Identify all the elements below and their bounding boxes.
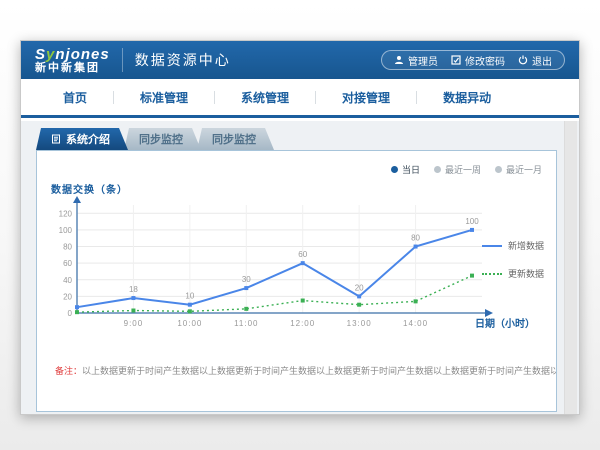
radio-label: 最近一周 [445, 163, 481, 176]
logo-text: njones [55, 46, 109, 63]
svg-text:14:00: 14:00 [403, 319, 428, 328]
app-window: Synjones 新中新集团 数据资源中心 管理员 修改密码 退出 首页 标准管… [20, 40, 580, 415]
nav-item-system-mgmt[interactable]: 系统管理 [215, 89, 315, 106]
svg-text:10:00: 10:00 [177, 319, 202, 328]
logo-text: S [35, 46, 46, 63]
scrollbar-track[interactable] [564, 121, 577, 414]
footnote-text: 以上数据更新于时间产生数据以上数据更新于时间产生数据以上数据更新于时间产生数据以… [82, 366, 556, 376]
user-icon [394, 55, 404, 65]
svg-text:9:00: 9:00 [124, 319, 144, 328]
header-divider [122, 48, 123, 72]
svg-text:20: 20 [63, 292, 72, 301]
nav-item-standard-mgmt[interactable]: 标准管理 [114, 89, 214, 106]
content-area: 系统介绍 同步监控 同步监控 当日 最近一周 最近一月 数据交换（条） 0 20 4… [21, 121, 579, 414]
change-password-label: 修改密码 [465, 53, 505, 68]
legend-label: 更新数据 [508, 267, 544, 280]
radio-unselected-icon [495, 166, 502, 173]
svg-text:30: 30 [242, 275, 251, 284]
svg-text:80: 80 [411, 234, 420, 243]
tab-label: 同步监控 [212, 131, 256, 147]
logo-accent-letter: y [46, 46, 55, 63]
page-title: 数据资源中心 [135, 50, 231, 70]
user-menu: 管理员 修改密码 退出 [381, 50, 565, 70]
legend-label: 新增数据 [508, 239, 544, 252]
svg-text:0: 0 [68, 309, 73, 318]
line-chart: 0 20 40 60 80 100 120 9:00 10:00 11:00 12:00 13:00 1… [47, 195, 537, 347]
nav-item-interface-mgmt[interactable]: 对接管理 [316, 89, 416, 106]
svg-text:日期（小时）: 日期（小时） [475, 317, 535, 330]
range-radio-group: 当日 最近一周 最近一月 [391, 163, 542, 176]
radio-label: 最近一月 [506, 163, 542, 176]
logout-label: 退出 [532, 53, 552, 68]
svg-text:80: 80 [63, 243, 72, 252]
legend-item-new-data: 新增数据 [482, 239, 544, 252]
svg-text:20: 20 [355, 283, 364, 292]
y-axis-title: 数据交换（条） [51, 181, 128, 196]
radio-today[interactable]: 当日 [391, 163, 420, 176]
chart-panel: 当日 最近一周 最近一月 数据交换（条） 0 20 40 60 80 100 120 9:00… [36, 150, 557, 412]
legend-item-updated-data: 更新数据 [482, 267, 544, 280]
edit-icon [451, 55, 461, 65]
svg-text:60: 60 [298, 250, 307, 259]
logo-company-name: 新中新集团 [35, 62, 110, 74]
svg-text:100: 100 [59, 226, 73, 235]
svg-text:12:00: 12:00 [290, 319, 315, 328]
radio-last-month[interactable]: 最近一月 [495, 163, 542, 176]
power-icon [518, 55, 528, 65]
tab-label: 同步监控 [139, 131, 183, 147]
svg-text:120: 120 [59, 209, 73, 218]
solid-line-icon [482, 245, 502, 247]
user-label: 管理员 [408, 53, 438, 68]
nav-item-data-change[interactable]: 数据异动 [417, 89, 517, 106]
document-icon [51, 134, 61, 144]
change-password-button[interactable]: 修改密码 [451, 53, 505, 68]
radio-unselected-icon [434, 166, 441, 173]
logo-wordmark: Synjones [35, 47, 110, 62]
svg-text:40: 40 [63, 276, 72, 285]
radio-label: 当日 [402, 163, 420, 176]
svg-text:11:00: 11:00 [234, 319, 258, 328]
svg-text:60: 60 [63, 259, 72, 268]
user-button[interactable]: 管理员 [394, 53, 438, 68]
tab-sync-monitor-2[interactable]: 同步监控 [197, 128, 274, 150]
tab-bar: 系统介绍 同步监控 同步监控 [36, 128, 270, 150]
main-nav: 首页 标准管理 系统管理 对接管理 数据异动 [21, 79, 579, 118]
footnote-label: 备注： [55, 366, 82, 376]
tab-label: 系统介绍 [66, 131, 110, 147]
nav-item-home[interactable]: 首页 [37, 89, 113, 106]
tab-system-intro[interactable]: 系统介绍 [36, 128, 128, 150]
radio-selected-icon [391, 166, 398, 173]
chart-legend: 新增数据 更新数据 [482, 239, 544, 280]
svg-text:13:00: 13:00 [347, 319, 372, 328]
logout-button[interactable]: 退出 [518, 53, 552, 68]
radio-last-week[interactable]: 最近一周 [434, 163, 481, 176]
synjones-logo: Synjones 新中新集团 [35, 47, 110, 74]
svg-text:18: 18 [129, 285, 138, 294]
svg-text:10: 10 [185, 292, 194, 301]
svg-text:100: 100 [465, 217, 479, 226]
tab-sync-monitor-1[interactable]: 同步监控 [124, 128, 201, 150]
app-header: Synjones 新中新集团 数据资源中心 管理员 修改密码 退出 [21, 41, 579, 79]
dashed-line-icon [482, 273, 502, 275]
footnote: 备注：以上数据更新于时间产生数据以上数据更新于时间产生数据以上数据更新于时间产生… [37, 364, 556, 377]
